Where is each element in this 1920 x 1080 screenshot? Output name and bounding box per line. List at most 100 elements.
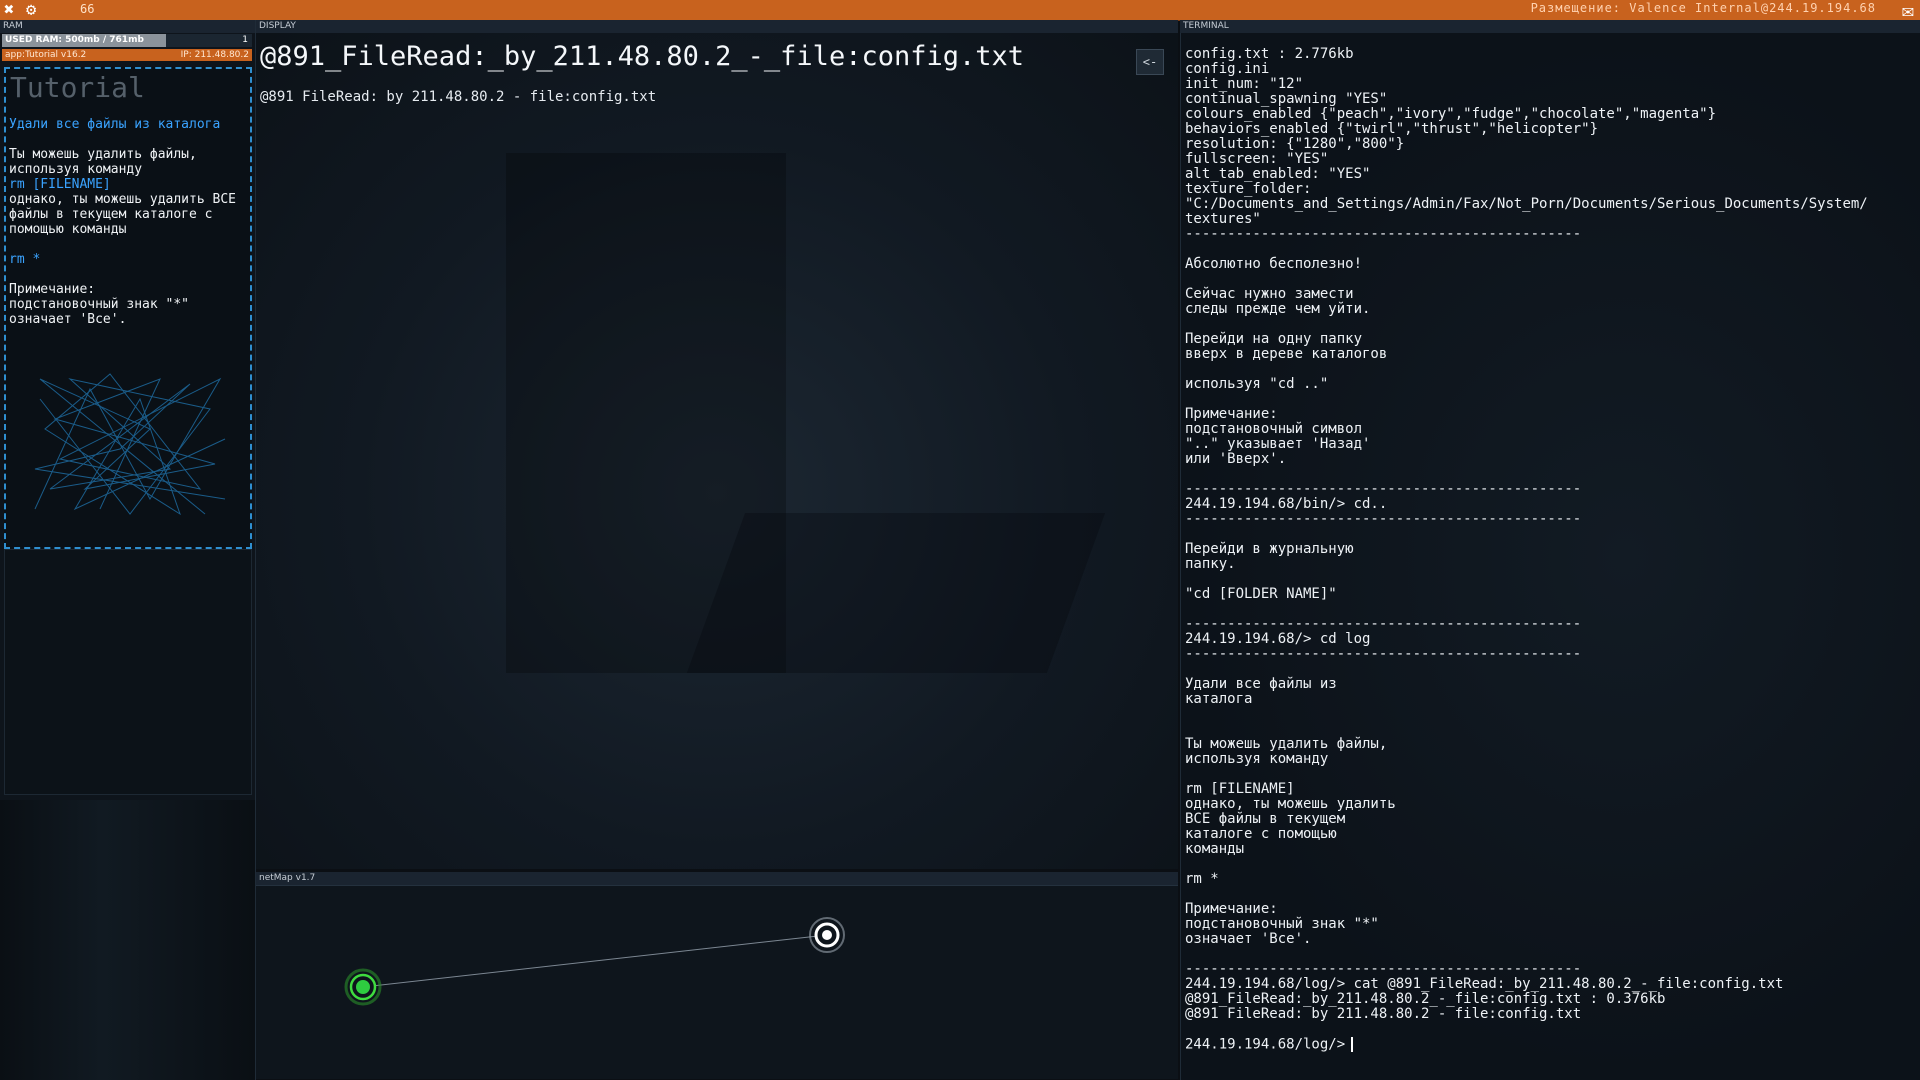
terminal-line: @891_FileRead:_by_211.48.80.2_-_file:con… bbox=[1185, 991, 1666, 1007]
background-noise bbox=[0, 800, 255, 1080]
tutorial-cmd1: rm [FILENAME] bbox=[9, 177, 111, 192]
terminal-line: Примечание: bbox=[1185, 901, 1278, 917]
terminal-line: Абсолютно бесполезно! bbox=[1185, 256, 1363, 272]
terminal-line: @891 FileRead: by 211.48.80.2 - file:con… bbox=[1185, 1006, 1582, 1022]
tutorial-body1: Ты можешь удалить файлы, используя коман… bbox=[9, 147, 205, 177]
tutorial-text: Удали все файлы из каталога Ты можешь уд… bbox=[9, 117, 247, 327]
terminal-line: ----------------------------------------… bbox=[1185, 961, 1582, 977]
terminal-line: однако, ты можешь удалить bbox=[1185, 796, 1396, 812]
terminal-line: Ты можешь удалить файлы, bbox=[1185, 736, 1388, 752]
tutorial-note: Примечание: подстановочный знак "*" озна… bbox=[9, 282, 190, 327]
ram-usage-bar: USED RAM: 500mb / 761mb 1 bbox=[2, 34, 252, 47]
text-cursor bbox=[1351, 1037, 1354, 1052]
terminal-line: каталога bbox=[1185, 691, 1253, 707]
ram-usage-text: USED RAM: 500mb / 761mb bbox=[5, 35, 144, 45]
terminal-line: ----------------------------------------… bbox=[1185, 616, 1582, 632]
terminal-line: resolution: {"1280","800"} bbox=[1185, 136, 1405, 152]
terminal-line: rm * bbox=[1185, 871, 1219, 887]
terminal-line: каталоге с помощью bbox=[1185, 826, 1337, 842]
terminal-line: ВСЕ файлы в текущем bbox=[1185, 811, 1346, 827]
terminal-line: подстановочный символ bbox=[1185, 421, 1363, 437]
app-ip: IP: 211.48.80.2 bbox=[180, 50, 249, 60]
terminal-panel[interactable]: config.txt : 2.776kb config.ini init_num: … bbox=[1180, 33, 1920, 1080]
mail-icon[interactable]: ✉ bbox=[1902, 0, 1914, 20]
terminal-line: init_num: "12" bbox=[1185, 76, 1304, 92]
terminal-line: config.ini bbox=[1185, 61, 1270, 77]
netmap-label: netMap v1.7 bbox=[256, 872, 1178, 885]
back-button[interactable]: <- bbox=[1136, 49, 1164, 75]
tutorial-app-bar[interactable]: app:Tutorial v16.2 IP: 211.48.80.2 bbox=[2, 49, 252, 61]
terminal-line: или 'Вверх'. bbox=[1185, 451, 1287, 467]
display-label: DISPLAY bbox=[256, 20, 1178, 33]
background-shape bbox=[686, 513, 1106, 673]
target-node[interactable] bbox=[809, 917, 845, 953]
top-bar: ✖ ⚙ 66 Размещение: Valence Internal@244.… bbox=[0, 0, 1920, 21]
location-text: Размещение: Valence Internal@244.19.194.… bbox=[1530, 1, 1876, 15]
ram-count: 1 bbox=[242, 35, 248, 45]
terminal-line: rm [FILENAME] bbox=[1185, 781, 1295, 797]
terminal-line: ----------------------------------------… bbox=[1185, 481, 1582, 497]
terminal-line: ".." указывает 'Назад' bbox=[1185, 436, 1371, 452]
terminal-line: "cd [FOLDER NAME]" bbox=[1185, 586, 1337, 602]
network-link bbox=[362, 934, 828, 988]
tutorial-cmd2: rm * bbox=[9, 252, 41, 267]
terminal-prompt: 244.19.194.68/log/> bbox=[1185, 1036, 1346, 1053]
terminal-line: continual_spawning "YES" bbox=[1185, 91, 1388, 107]
terminal-line: команды bbox=[1185, 841, 1245, 857]
terminal-line: означает 'Все'. bbox=[1185, 931, 1312, 947]
terminal-prompt-line[interactable]: 244.19.194.68/log/> bbox=[1185, 1037, 1868, 1052]
file-content: @891 FileRead: by 211.48.80.2 - file:con… bbox=[260, 89, 657, 105]
terminal-line: Сейчас нужно замести bbox=[1185, 286, 1354, 302]
terminal-line: 244.19.194.68/> cd log bbox=[1185, 631, 1371, 647]
app-name: app:Tutorial v16.2 bbox=[5, 50, 87, 60]
terminal-line: вверх в дереве каталогов bbox=[1185, 346, 1388, 362]
terminal-line: ----------------------------------------… bbox=[1185, 511, 1582, 527]
terminal-line: ----------------------------------------… bbox=[1185, 646, 1582, 662]
terminal-line: Примечание: bbox=[1185, 406, 1278, 422]
terminal-line: texture_folder: bbox=[1185, 181, 1312, 197]
home-node[interactable] bbox=[344, 968, 382, 1006]
terminal-line: colours_enabled {"peach","ivory","fudge"… bbox=[1185, 106, 1717, 122]
top-counter: 66 bbox=[80, 2, 95, 16]
terminal-line: 244.19.194.68/bin/> cd.. bbox=[1185, 496, 1388, 512]
tutorial-body2: однако, ты можешь удалить ВСЕ файлы в те… bbox=[9, 192, 244, 237]
terminal-line: Перейди на одну папку bbox=[1185, 331, 1363, 347]
tutorial-window: Tutorial Удали все файлы из каталога Ты … bbox=[4, 67, 252, 549]
terminal-line: следы прежде чем уйти. bbox=[1185, 301, 1371, 317]
file-title: @891_FileRead:_by_211.48.80.2_-_file:con… bbox=[260, 41, 1025, 72]
display-panel: @891_FileRead:_by_211.48.80.2_-_file:con… bbox=[256, 33, 1178, 869]
terminal-line: папку. bbox=[1185, 556, 1236, 572]
tutorial-scribble-graphic bbox=[34, 373, 226, 516]
terminal-line: behaviors_enabled {"twirl","thrust","hel… bbox=[1185, 121, 1599, 137]
terminal-line: 244.19.194.68/log/> cat @891_FileRead:_b… bbox=[1185, 976, 1784, 992]
terminal-line: используя команду bbox=[1185, 751, 1329, 767]
terminal-line: используя "cd .." bbox=[1185, 376, 1329, 392]
terminal-line: config.txt : 2.776kb bbox=[1185, 46, 1354, 62]
terminal-line: fullscreen: "YES" bbox=[1185, 151, 1329, 167]
gear-icon[interactable]: ⚙ bbox=[26, 1, 36, 19]
close-icon[interactable]: ✖ bbox=[4, 1, 14, 19]
ram-empty-area bbox=[4, 549, 252, 795]
terminal-line: textures" bbox=[1185, 211, 1261, 227]
terminal-output: config.txt : 2.776kb config.ini init_num: … bbox=[1185, 47, 1868, 1052]
tutorial-title: Tutorial bbox=[10, 71, 145, 104]
tutorial-heading: Удали все файлы из каталога bbox=[9, 117, 221, 132]
terminal-line: подстановочный знак "*" bbox=[1185, 916, 1379, 932]
ram-label: RAM bbox=[0, 20, 255, 33]
terminal-line: Перейди в журнальную bbox=[1185, 541, 1354, 557]
